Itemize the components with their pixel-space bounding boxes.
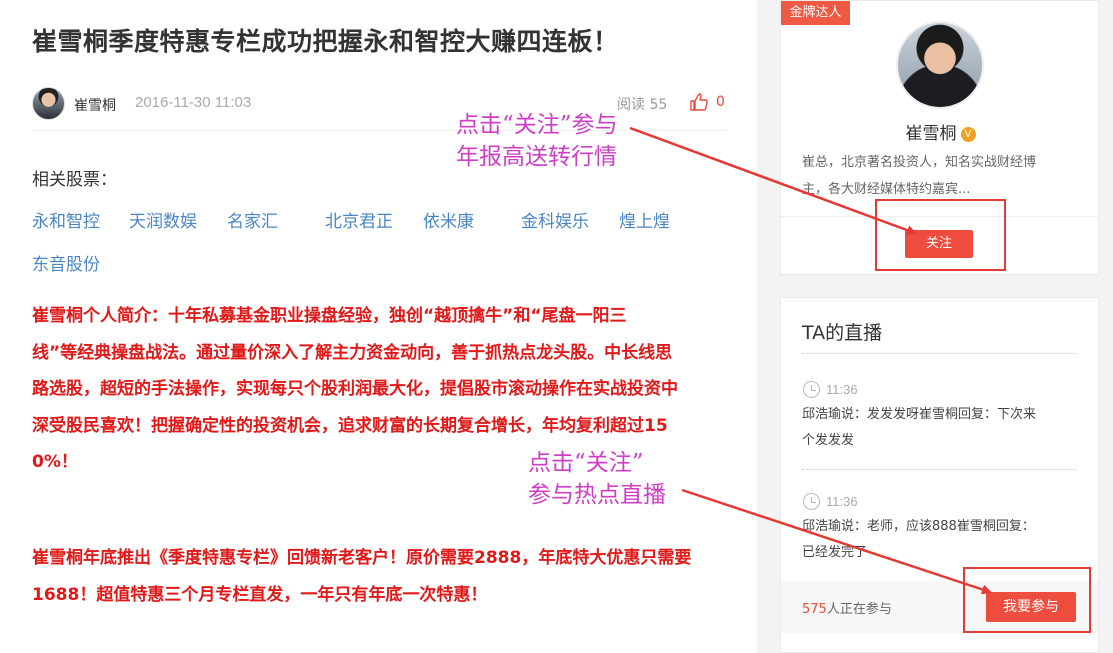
follow-hint-annotation: 点击“关注”参与 年报高送转行情 xyxy=(456,109,618,173)
annotation-line: 点击“关注”参与 xyxy=(456,112,618,138)
follow-highlight-box xyxy=(875,199,1006,271)
gold-badge: 金牌达人 xyxy=(781,1,850,25)
intro-line: 深受股民喜欢！把握确定性的投资机会，追求财富的长期复合增长，年均复利超过15 xyxy=(32,415,668,436)
author-avatar[interactable] xyxy=(32,87,65,120)
stock-link[interactable]: 名家汇 xyxy=(227,207,278,232)
clock-icon xyxy=(803,381,820,398)
profile-name[interactable]: 崔雪桐 V xyxy=(781,119,1100,144)
live-message-line: 邱浩瑜说：发发发呀崔雪桐回复：下次来 xyxy=(802,407,1037,422)
related-stocks-label: 相关股票： xyxy=(32,170,117,190)
profile-name-text: 崔雪桐 xyxy=(905,124,957,144)
promo-line: 1688！超值特惠三个月专栏直发，一年只有年底一次特惠！ xyxy=(32,584,488,605)
intro-line: 崔雪桐个人简介：十年私募基金职业操盘经验，独创“越顶擒牛”和“尾盘一阳三 xyxy=(32,306,627,326)
author-name[interactable]: 崔雪桐 xyxy=(74,95,116,115)
participant-count: 575人正在参与 xyxy=(802,598,892,617)
live-message-line: 个发发发 xyxy=(802,433,855,448)
stock-link[interactable]: 煌上煌 xyxy=(619,207,670,232)
stock-link[interactable]: 金科娱乐 xyxy=(521,207,589,232)
annotation-line: 参与热点直播 xyxy=(528,482,666,508)
live-hint-annotation: 点击“关注” 参与热点直播 xyxy=(528,447,666,511)
read-count: 阅读 55 xyxy=(617,97,668,113)
promo-text: 崔雪桐年底推出《季度特惠专栏》回馈新老客户！原价需要2888，年底特大优惠只需要… xyxy=(32,540,732,613)
stock-link[interactable]: 北京君正 xyxy=(325,207,393,232)
article-column: 崔雪桐季度特惠专栏成功把握永和智控大赚四连板！ 崔雪桐 2016-11-30 1… xyxy=(0,0,757,653)
live-time: 11:36 xyxy=(826,382,858,397)
live-message-line: 已经发完了 xyxy=(802,545,868,560)
live-time: 11:36 xyxy=(826,494,858,509)
stock-link[interactable]: 天润数娱 xyxy=(129,207,197,232)
annotation-line: 年报高送转行情 xyxy=(456,144,617,170)
join-highlight-box xyxy=(963,567,1091,633)
participant-suffix: 人正在参与 xyxy=(826,602,892,617)
divider xyxy=(802,353,1076,354)
live-message[interactable]: 邱浩瑜说：发发发呀崔雪桐回复：下次来 个发发发 xyxy=(802,402,1078,454)
annotation-line: 点击“关注” xyxy=(528,450,644,476)
article-title: 崔雪桐季度特惠专栏成功把握永和智控大赚四连板！ xyxy=(32,27,619,56)
thumbs-up-icon[interactable] xyxy=(689,92,709,112)
intro-line: 线”等经典操盘战法。通过量价深入了解主力资金动向，善于抓热点龙头股。中长线思 xyxy=(32,342,673,363)
like-count: 0 xyxy=(716,94,725,110)
verified-icon: V xyxy=(960,127,976,142)
intro-line: 路选股，超短的手法操作，实现每只个股利润最大化，提倡股市滚动操作在实战投资中 xyxy=(32,379,678,399)
article-meta: 崔雪桐 2016-11-30 11:03 阅读 55 0 xyxy=(32,87,726,131)
stock-link[interactable]: 永和智控 xyxy=(32,207,100,232)
stock-link[interactable]: 东音股份 xyxy=(32,250,100,275)
promo-line: 崔雪桐年底推出《季度特惠专栏》回馈新老客户！原价需要2888，年底特大优惠只需要 xyxy=(32,548,692,568)
live-message-line: 邱浩瑜说：老师，应该888崔雪桐回复： xyxy=(802,519,1035,534)
stock-link[interactable]: 依米康 xyxy=(423,207,474,232)
profile-description: 崔总，北京著名投资人，知名实战财经博 主，各大财经媒体特约嘉宾... xyxy=(802,149,1082,203)
profile-avatar[interactable] xyxy=(896,21,984,109)
participant-number: 575 xyxy=(802,602,827,617)
divider xyxy=(802,469,1076,470)
desc-line: 崔总，北京著名投资人，知名实战财经博 xyxy=(802,155,1037,170)
live-title: TA的直播 xyxy=(802,322,883,344)
clock-icon xyxy=(803,493,820,510)
live-message[interactable]: 邱浩瑜说：老师，应该888崔雪桐回复： 已经发完了 xyxy=(802,514,1078,566)
publish-date: 2016-11-30 11:03 xyxy=(135,94,252,111)
